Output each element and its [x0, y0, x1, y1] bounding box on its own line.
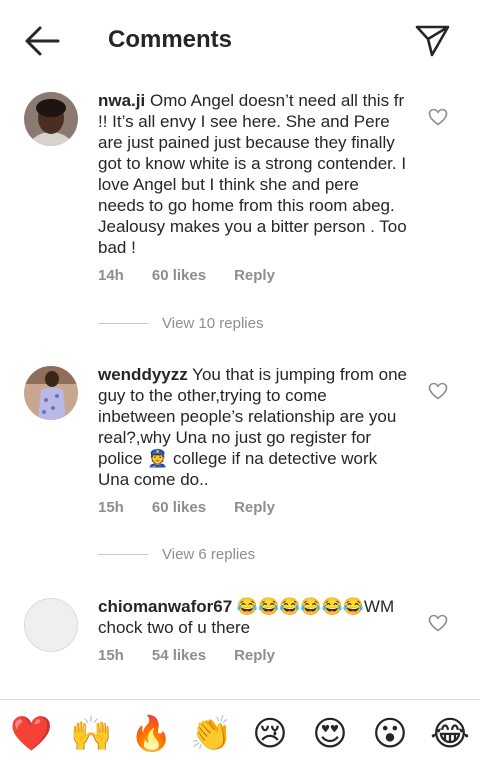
comment-meta: 15h 60 likes Reply — [98, 499, 303, 516]
comment-username[interactable]: nwa.ji — [98, 91, 145, 110]
paper-plane-icon[interactable] — [412, 20, 452, 60]
reply-button[interactable]: Reply — [234, 267, 275, 284]
like-heart-icon[interactable] — [428, 614, 448, 632]
header-bar: Comments — [0, 0, 480, 80]
tears-of-joy-emoji-icon[interactable]: 😂 — [430, 714, 470, 754]
page-title: Comments — [108, 26, 233, 53]
crying-face-emoji-icon[interactable]: 😢 — [250, 714, 290, 754]
comment-time: 14h — [98, 267, 124, 284]
like-heart-icon[interactable] — [428, 108, 448, 126]
fire-emoji-icon[interactable]: 🔥 — [130, 714, 172, 754]
view-replies-button[interactable]: View 6 replies — [98, 546, 255, 563]
raising-hands-emoji-icon[interactable]: 🙌 — [70, 714, 112, 754]
comment-body: Omo Angel doesn’t need all this fr !! It… — [98, 91, 407, 257]
view-replies-button[interactable]: View 10 replies — [98, 315, 263, 332]
emoji-reaction-bar: ❤️ 🙌 🔥 👏 😢 😍 😮 😂 — [0, 699, 480, 760]
comment-username[interactable]: wenddyyzz — [98, 365, 188, 384]
comment-time: 15h — [98, 499, 124, 516]
red-heart-emoji-icon[interactable]: ❤️ — [10, 714, 52, 754]
comment-meta: 14h 60 likes Reply — [98, 267, 303, 284]
replies-divider — [98, 554, 148, 555]
reply-button[interactable]: Reply — [234, 499, 275, 516]
comment-likes[interactable]: 54 likes — [152, 647, 206, 664]
view-replies-label: View 10 replies — [162, 315, 264, 332]
replies-divider — [98, 323, 148, 324]
reply-button[interactable]: Reply — [234, 647, 275, 664]
heart-eyes-emoji-icon[interactable]: 😍 — [310, 714, 350, 754]
comment-meta: 15h 54 likes Reply — [98, 647, 303, 664]
back-arrow-icon[interactable] — [22, 24, 62, 58]
comment-text: nwa.ji Omo Angel doesn’t need all this f… — [98, 90, 408, 258]
comment-time: 15h — [98, 647, 124, 664]
view-replies-label: View 6 replies — [162, 546, 256, 563]
comment-likes[interactable]: 60 likes — [152, 267, 206, 284]
avatar[interactable] — [24, 366, 78, 420]
surprised-face-emoji-icon[interactable]: 😮 — [370, 714, 410, 754]
avatar[interactable] — [24, 598, 78, 652]
comment-username[interactable]: chiomanwafor67 — [98, 597, 232, 616]
comment-text: chiomanwafor67 😂😂😂😂😂😂WM chock two of u t… — [98, 596, 408, 638]
like-heart-icon[interactable] — [428, 382, 448, 400]
avatar[interactable] — [24, 92, 78, 146]
comment-likes[interactable]: 60 likes — [152, 499, 206, 516]
comment-text: wenddyyzz You that is jumping from one g… — [98, 364, 408, 490]
clapping-hands-emoji-icon[interactable]: 👏 — [190, 714, 232, 754]
